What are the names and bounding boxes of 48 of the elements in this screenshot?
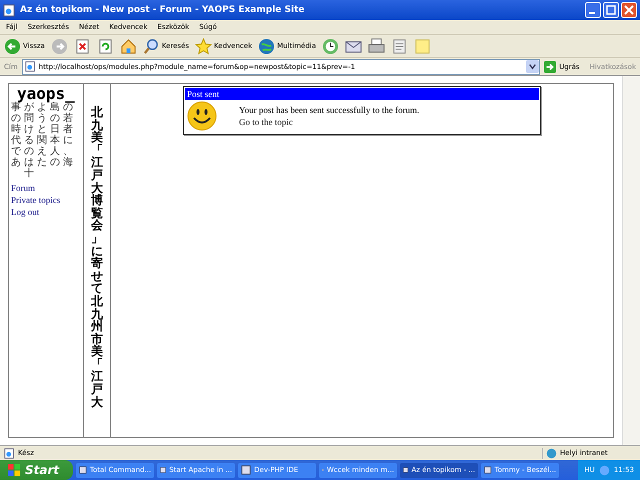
application-icon [160,465,166,475]
toolbar-button[interactable] [322,38,340,54]
nav-link[interactable]: Private topics [11,194,81,206]
maximize-button[interactable] [603,2,619,18]
go-arrow-icon [544,60,556,72]
application-icon [79,465,87,475]
application-icon [484,465,492,475]
start-button[interactable]: Start [0,460,74,480]
stop-icon [74,38,91,54]
page-icon [4,448,15,458]
message-text: Your post has been sent successfully to the forum. [239,105,420,115]
page-icon [24,61,36,72]
clock-icon [322,38,340,54]
vertical-scrollbar[interactable] [622,76,640,445]
topic-link[interactable]: Go to the topic [239,117,420,127]
toolbar-button[interactable] [120,38,137,54]
dropdown-icon[interactable] [526,60,540,73]
application-icon [403,465,408,475]
toolbar-button[interactable] [391,38,408,54]
nav-link[interactable]: Log out [11,206,81,218]
window-title: Az én topikom - New post - Forum - YAOPS Example Site [20,5,306,15]
site-logo: yaops_ [17,86,76,102]
vertical-text: 島の日本人の [50,102,60,170]
document-icon [391,38,408,54]
application-icon [241,465,252,475]
smiley-icon [187,101,217,131]
printer-icon [368,38,386,54]
globe-icon [258,38,276,54]
vertical-banner-text: 北九美「江戸大博覧会」に寄せて北九州市美「江戸大 [90,106,104,411]
home-icon [120,38,137,54]
vertical-text: 事の時代であ [11,102,21,170]
page-icon [3,4,16,16]
toolbar-button[interactable] [368,38,386,54]
search-icon [142,38,160,54]
message-title: Post sent [185,88,539,100]
toolbar-button[interactable] [96,38,114,54]
toolbar-button[interactable] [74,38,91,54]
minimize-button[interactable] [585,2,601,18]
windows-flag-icon [8,464,21,476]
close-button[interactable] [621,2,637,18]
vertical-text: が問けるのは十 [24,102,34,179]
note-icon [414,38,432,54]
vertical-text: ようと関えた [37,102,47,170]
refresh-icon [96,38,114,54]
globe-icon [546,448,557,458]
star-icon [195,38,212,54]
vertical-text: の若者に、海 [63,102,73,170]
nav-link[interactable]: Forum [11,182,81,194]
